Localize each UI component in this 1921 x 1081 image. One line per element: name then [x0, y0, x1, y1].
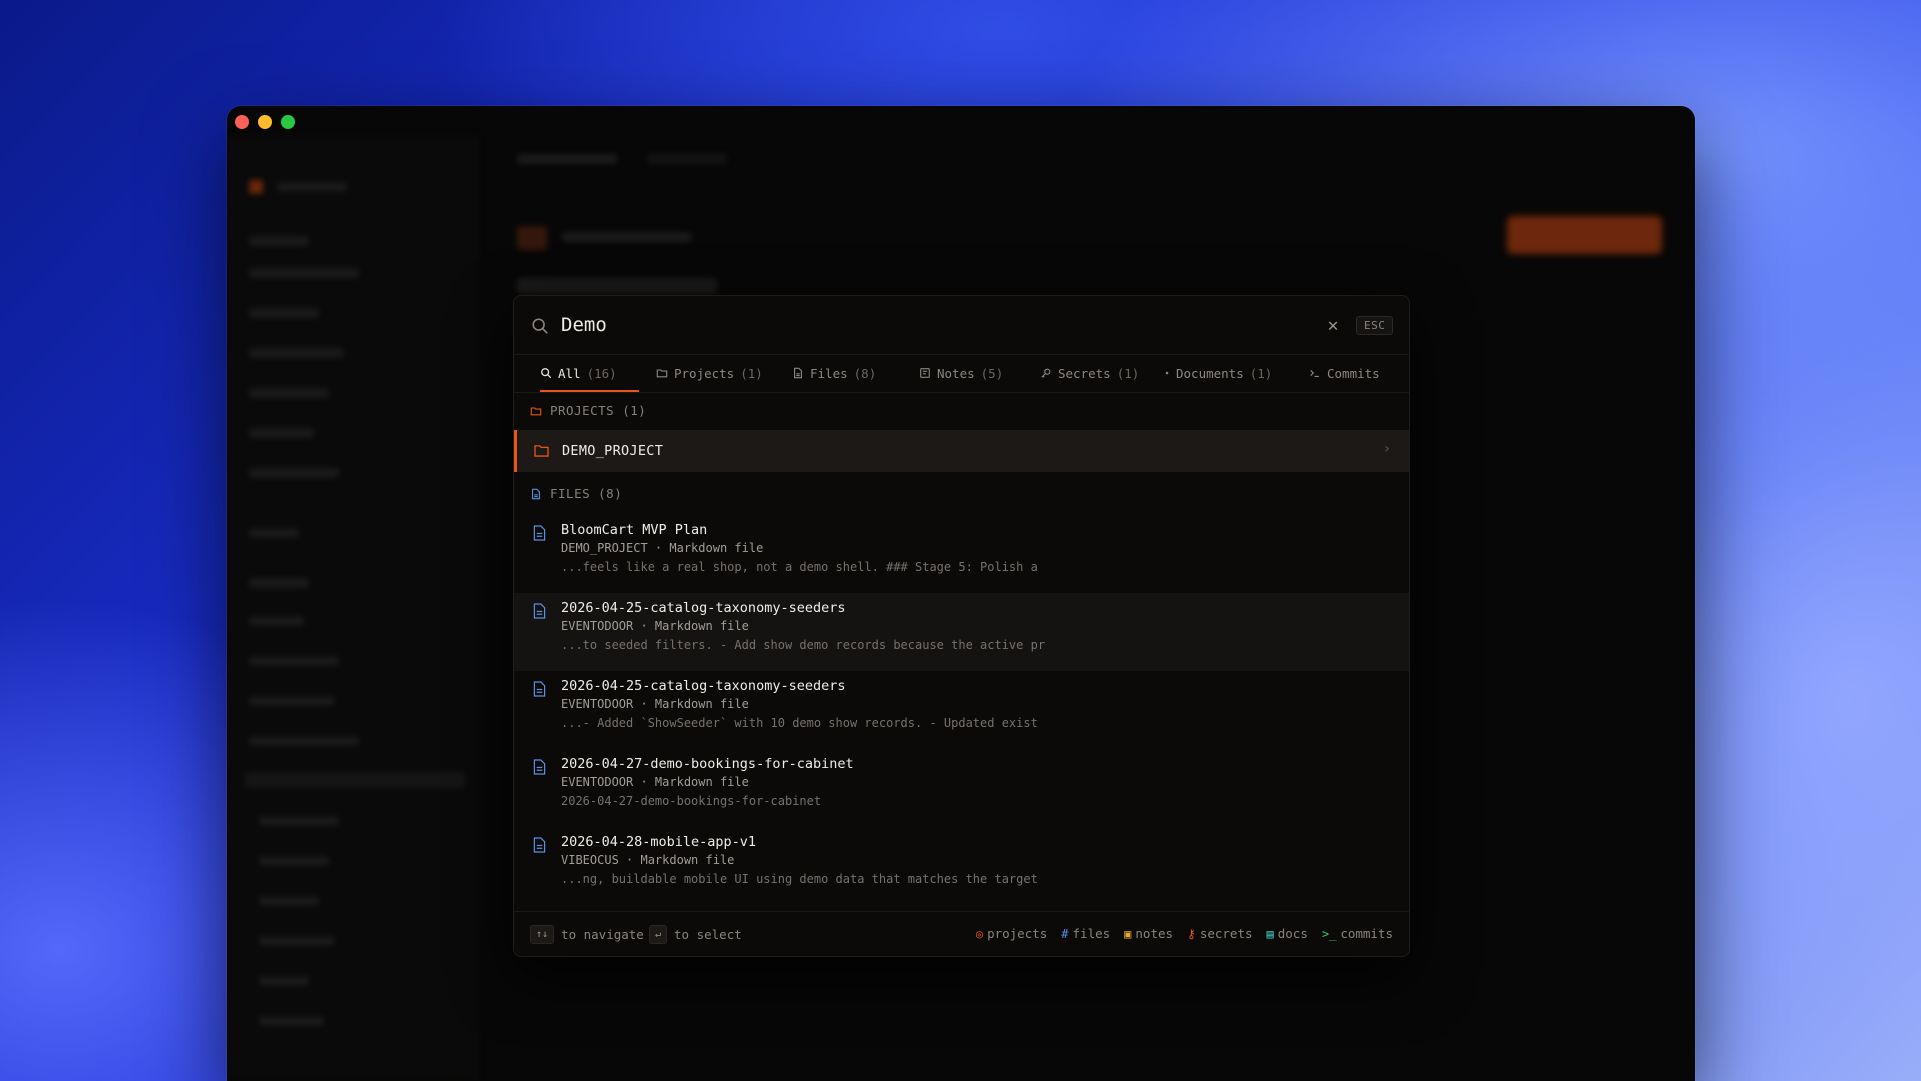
tab-label: Secrets	[1058, 365, 1111, 381]
file-snippet: ...ng, buildable mobile UI using demo da…	[561, 872, 1038, 886]
legend-commits: >_ commits	[1321, 926, 1393, 941]
key-icon: ⚷	[1187, 926, 1196, 941]
legend-notes: ▣ notes	[1124, 926, 1174, 941]
legend-projects: ◎ projects	[975, 926, 1048, 941]
file-title: BloomCart MVP Plan	[561, 522, 708, 538]
section-label: FILES (8)	[550, 486, 623, 501]
tab-label: Files	[810, 365, 848, 381]
file-snippet: ...to seeded filters. - Add show demo re…	[561, 638, 1046, 652]
app-logo-icon	[249, 180, 263, 194]
enter-key-badge: ↵	[649, 925, 668, 944]
document-icon: ▤	[1266, 926, 1274, 941]
file-result-item[interactable]: BloomCart MVP Plan DEMO_PROJECT · Markdo…	[514, 515, 1409, 593]
folder-icon	[656, 369, 668, 378]
tab-label: Commits	[1327, 365, 1380, 381]
file-title: 2026-04-25-catalog-taxonomy-seeders	[561, 678, 846, 694]
legend-docs: ▤ docs	[1266, 926, 1308, 941]
navigate-hint: ↑↓ to navigate	[530, 925, 644, 944]
file-icon	[533, 525, 546, 541]
filter-tabs: All (16) Projects (1) Files (8) Notes (5…	[514, 354, 1409, 393]
tab-documents[interactable]: Documents (1)	[1164, 355, 1272, 391]
clear-search-icon[interactable]: ✕	[1322, 314, 1344, 336]
key-icon	[1041, 368, 1051, 378]
search-input[interactable]	[561, 309, 1261, 341]
palette-footer: ↑↓ to navigate ↵ to select ◎ projects # fi…	[514, 911, 1409, 956]
note-icon: ▣	[1124, 926, 1132, 941]
legend-files: # files	[1061, 926, 1111, 941]
tab-count: (5)	[980, 365, 1004, 381]
projects-section-header: PROJECTS (1)	[530, 403, 646, 418]
app-window: ✕ ESC All (16) Projects (1) Files (8) No…	[227, 106, 1695, 1081]
file-snippet: 2026-04-27-demo-bookings-for-cabinet	[561, 794, 822, 808]
file-meta: DEMO_PROJECT · Markdown file	[561, 541, 764, 555]
tab-all[interactable]: All (16)	[540, 355, 639, 392]
dot-icon	[1165, 371, 1169, 375]
tab-projects[interactable]: Projects (1)	[656, 355, 763, 391]
file-snippet: ...- Added `ShowSeeder` with 10 demo sho…	[561, 716, 1038, 730]
search-icon	[541, 368, 552, 379]
select-label: to select	[674, 927, 742, 942]
terminal-icon	[1310, 370, 1319, 377]
file-title: 2026-04-25-catalog-taxonomy-seeders	[561, 600, 846, 616]
esc-shortcut-badge[interactable]: ESC	[1356, 316, 1394, 335]
file-title: 2026-04-28-mobile-app-v1	[561, 834, 757, 850]
file-result-item[interactable]: 2026-04-25-catalog-taxonomy-seeders EVEN…	[514, 593, 1409, 671]
file-meta: EVENTODOOR · Markdown file	[561, 775, 749, 789]
search-icon	[532, 318, 548, 334]
background-sidebar	[227, 136, 478, 1081]
tab-label: Documents	[1176, 365, 1244, 381]
tab-notes[interactable]: Notes (5)	[919, 355, 1003, 391]
type-legend: ◎ projects # files ▣ notes ⚷ secrets ▤ docs >…	[976, 926, 1393, 941]
legend-secrets: ⚷ secrets	[1187, 926, 1253, 941]
file-icon	[794, 367, 802, 379]
tab-count: (8)	[853, 365, 877, 381]
files-section-header: FILES (8)	[530, 486, 622, 501]
search-bar: ✕ ESC	[514, 296, 1409, 354]
file-icon	[533, 759, 546, 775]
file-meta: VIBEOCUS · Markdown file	[561, 853, 735, 867]
terminal-icon: >_	[1321, 926, 1337, 941]
file-icon	[533, 681, 546, 697]
file-result-item[interactable]: 2026-04-25-catalog-taxonomy-seeders EVEN…	[514, 671, 1409, 749]
tab-label: Projects	[674, 365, 735, 381]
chevron-right-icon: ›	[1382, 441, 1391, 457]
tab-secrets[interactable]: Secrets (1)	[1040, 355, 1139, 391]
file-snippet: ...feels like a real shop, not a demo sh…	[561, 560, 1038, 574]
navigate-label: to navigate	[561, 927, 644, 942]
tab-count: (1)	[740, 365, 763, 381]
file-meta: EVENTODOOR · Markdown file	[561, 619, 749, 633]
command-palette: ✕ ESC All (16) Projects (1) Files (8) No…	[513, 295, 1410, 957]
hash-icon: #	[1061, 926, 1069, 941]
select-hint: ↵ to select	[649, 925, 742, 944]
arrow-keys-badge: ↑↓	[530, 925, 555, 944]
folder-icon	[530, 406, 542, 415]
project-result-item[interactable]: DEMO_PROJECT ›	[514, 430, 1409, 472]
tab-count: (16)	[586, 365, 617, 381]
file-result-item[interactable]: 2026-04-27-demo-bookings-for-cabinet EVE…	[514, 749, 1409, 827]
tab-commits[interactable]: Commits	[1309, 355, 1386, 391]
tab-label: Notes	[937, 365, 975, 381]
file-meta: EVENTODOOR · Markdown file	[561, 697, 749, 711]
note-icon	[920, 368, 930, 378]
tab-files[interactable]: Files (8)	[792, 355, 876, 391]
file-title: 2026-04-27-demo-bookings-for-cabinet	[561, 756, 854, 772]
target-icon: ◎	[975, 926, 984, 941]
file-icon	[533, 837, 546, 853]
tab-count: (1)	[1249, 365, 1273, 381]
file-icon	[533, 603, 546, 619]
section-label: PROJECTS (1)	[550, 403, 647, 418]
folder-icon	[534, 445, 549, 457]
file-icon	[532, 488, 540, 499]
project-name: DEMO_PROJECT	[562, 443, 664, 459]
file-result-item[interactable]: 2026-04-28-mobile-app-v1 VIBEOCUS · Mark…	[514, 827, 1409, 905]
tab-count: (1)	[1116, 365, 1140, 381]
tab-label: All	[558, 365, 581, 381]
